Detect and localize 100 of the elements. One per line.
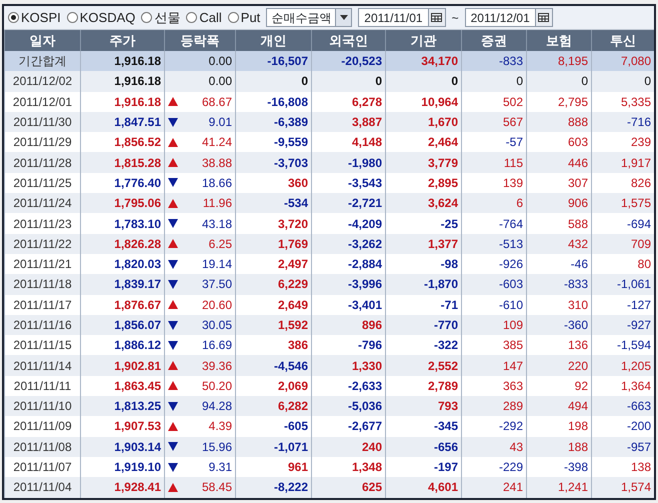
value-cell: 6,282: [236, 396, 312, 416]
value-cell: 1,917: [592, 152, 654, 173]
price-cell: 1,815.28: [80, 152, 164, 173]
value-cell: 0: [386, 71, 462, 92]
value-cell: 0: [592, 71, 654, 92]
up-triangle-icon: [168, 239, 178, 248]
calendar-button[interactable]: [534, 9, 552, 26]
value-cell: -4,546: [236, 355, 312, 376]
price-cell: 1,795.06: [80, 193, 164, 214]
value-cell: 7,080: [592, 51, 654, 72]
column-header: 증권: [462, 30, 526, 51]
measure-dropdown[interactable]: 순매수금액: [266, 8, 352, 27]
value-cell: 1,670: [386, 112, 462, 132]
up-triangle-icon: [168, 482, 178, 492]
value-cell: 494: [526, 396, 592, 416]
value-cell: -6,389: [236, 112, 312, 132]
price-cell: 1,902.81: [80, 355, 164, 376]
value-cell: 4,601: [386, 477, 462, 498]
date-cell: 2011/11/18: [4, 274, 80, 295]
price-cell: 1,916.18: [80, 51, 164, 72]
calendar-icon: [538, 13, 550, 22]
calendar-icon: [431, 13, 442, 22]
change-value: 39.36: [202, 358, 232, 375]
dropdown-button[interactable]: [335, 9, 352, 26]
value-cell: 0: [526, 71, 592, 92]
value-cell: 1,205: [592, 355, 654, 376]
value-cell: -716: [592, 112, 654, 132]
value-cell: 6: [462, 193, 526, 214]
value-cell: -20,523: [312, 51, 386, 72]
value-cell: 3,624: [386, 193, 462, 214]
date-cell: 2011/11/30: [4, 112, 80, 132]
market-radio[interactable]: Call: [186, 8, 222, 28]
value-cell: 793: [386, 396, 462, 416]
change-value: 0.00: [208, 73, 232, 90]
date-cell: 기간합계: [4, 51, 80, 72]
value-cell: 2,552: [386, 355, 462, 376]
value-cell: 446: [526, 152, 592, 173]
price-cell: 1,847.51: [80, 112, 164, 132]
column-header: 개인: [236, 30, 312, 51]
down-triangle-icon: [168, 442, 178, 452]
value-cell: 220: [526, 355, 592, 376]
column-header: 주가: [80, 30, 164, 51]
change-value: 38.88: [202, 154, 232, 172]
up-triangle-icon: [168, 361, 178, 370]
value-cell: 241: [462, 477, 526, 498]
market-radio[interactable]: Put: [228, 8, 260, 28]
change-value: 19.14: [202, 256, 232, 274]
change-value: 37.50: [202, 276, 232, 294]
change-value: 41.24: [202, 134, 232, 152]
date-field[interactable]: 2011/11/01: [358, 8, 446, 27]
calendar-button[interactable]: [428, 9, 445, 26]
up-triangle-icon: [168, 300, 178, 310]
value-cell: -663: [592, 396, 654, 416]
value-cell: 115: [462, 152, 526, 173]
value-cell: 1,592: [236, 314, 312, 336]
value-cell: 625: [312, 477, 386, 498]
price-cell: 1,928.41: [80, 477, 164, 498]
change-value: 68.67: [202, 94, 232, 111]
value-cell: 567: [462, 112, 526, 132]
change-value: 94.28: [202, 398, 232, 416]
market-radio[interactable]: KOSDAQ: [66, 8, 136, 28]
price-cell: 1,856.07: [80, 314, 164, 336]
value-cell: 188: [526, 436, 592, 457]
caret-icon: [340, 15, 348, 20]
change-value: 16.69: [202, 337, 232, 354]
change-value: 43.18: [202, 216, 232, 233]
value-cell: -833: [526, 274, 592, 295]
value-cell: 6,229: [236, 274, 312, 295]
down-triangle-icon: [168, 260, 178, 269]
value-cell: 147: [462, 355, 526, 376]
value-cell: 0: [236, 71, 312, 92]
date-field[interactable]: 2011/12/01: [464, 8, 553, 27]
value-cell: 1,330: [312, 355, 386, 376]
value-cell: -16,507: [236, 51, 312, 72]
value-cell: -1,071: [236, 436, 312, 457]
date-cell: 2011/11/10: [4, 396, 80, 416]
value-cell: -2,721: [312, 193, 386, 214]
down-triangle-icon: [168, 118, 178, 127]
up-triangle-icon: [168, 138, 178, 147]
market-radio[interactable]: KOSPI: [8, 8, 61, 28]
value-cell: 0: [462, 71, 526, 92]
value-cell: -3,262: [312, 234, 386, 254]
change-value: 20.60: [202, 296, 232, 314]
market-radio[interactable]: 선물: [141, 8, 180, 28]
down-triangle-icon: [168, 402, 178, 411]
date-cell: 2011/11/22: [4, 234, 80, 254]
value-cell: 709: [592, 234, 654, 254]
value-cell: 3,887: [312, 112, 386, 132]
value-cell: 109: [462, 314, 526, 336]
value-cell: -3,996: [312, 274, 386, 295]
value-cell: 34,170: [386, 51, 462, 72]
date-cell: 2011/11/28: [4, 152, 80, 173]
value-cell: 0: [312, 71, 386, 92]
value-cell: 240: [312, 436, 386, 457]
change-value: 6.25: [208, 236, 232, 253]
price-cell: 1,826.28: [80, 234, 164, 254]
change-value: 15.96: [202, 438, 232, 456]
column-header: 외국인: [312, 30, 386, 51]
change-value: 58.45: [202, 479, 232, 496]
price-cell: 1,813.25: [80, 396, 164, 416]
